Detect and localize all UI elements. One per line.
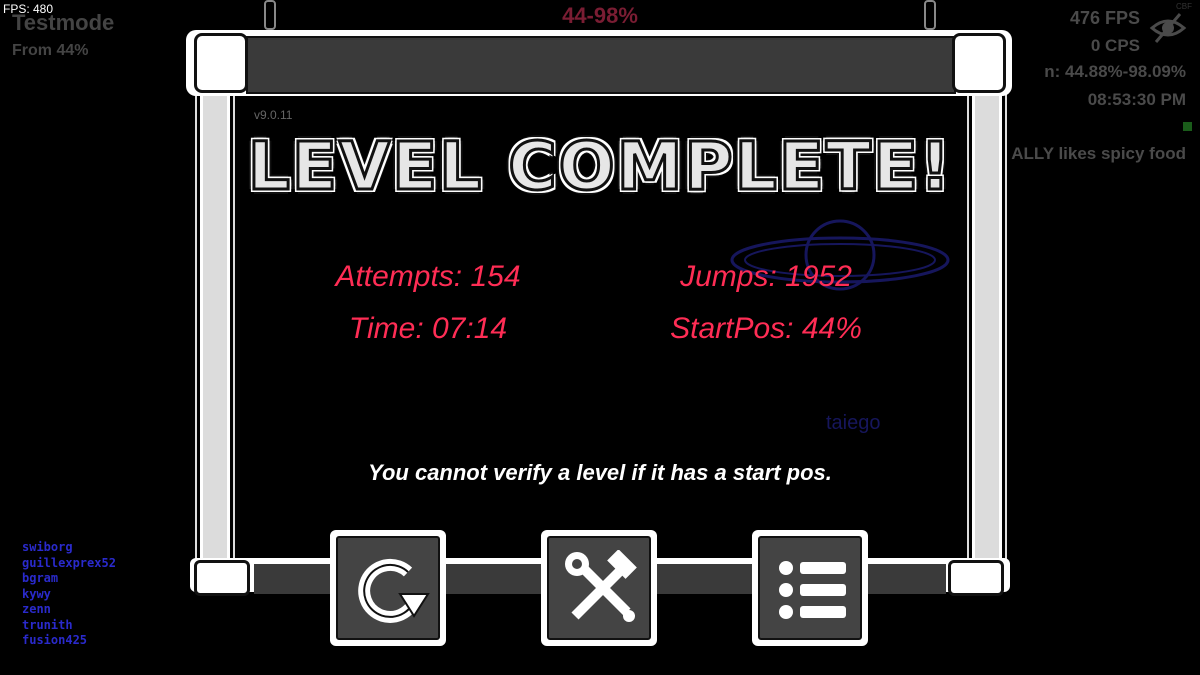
run-range-label: 44-98% xyxy=(562,3,638,28)
editor-button-face xyxy=(547,536,651,640)
editor-button[interactable] xyxy=(541,530,657,646)
startpos-stat: StartPos: 44% xyxy=(670,312,862,345)
chain-link xyxy=(924,0,936,30)
noclip-accuracy-label: n: 44.88%-98.09% xyxy=(1044,62,1186,81)
menu-button-face xyxy=(758,536,862,640)
clock-label: 08:53:30 PM xyxy=(1087,90,1186,109)
verification-note: You cannot verify a level if it has a st… xyxy=(368,460,832,485)
credit-name: guillexprex52 xyxy=(22,555,116,570)
fps-right-label: 476 FPS xyxy=(1069,8,1140,28)
level-complete-title: LEVEL COMPLETE! xyxy=(246,127,953,207)
from-percent-label: From 44% xyxy=(12,42,89,59)
panel-top-cap-left xyxy=(194,33,248,93)
panel-bottom-cap-right xyxy=(948,560,1004,596)
panel-top-bar-inner xyxy=(246,36,956,94)
chain-link xyxy=(264,0,276,30)
credit-name: bgram xyxy=(22,571,59,585)
creator-watermark: taiego xyxy=(826,412,881,434)
retry-button-face xyxy=(336,536,440,640)
panel-bottom-cap-left xyxy=(194,560,250,596)
credit-name: swiborg xyxy=(22,540,73,554)
cps-label: 0 CPS xyxy=(1090,36,1140,55)
version-label: v9.0.11 xyxy=(254,108,293,122)
hide-eye-icon[interactable] xyxy=(1148,8,1188,48)
retry-arrow-icon xyxy=(358,558,430,623)
wrench-hammer-icon xyxy=(565,550,637,622)
credit-name: kywy xyxy=(22,586,51,601)
time-stat: Time: 07:14 xyxy=(348,312,508,345)
credits-list: swiborg guillexprex52 bgram kywy zenn tr… xyxy=(22,540,116,649)
attempts-stat: Attempts: 154 xyxy=(335,260,521,293)
credit-name: trunith xyxy=(22,617,73,632)
credit-name: zenn xyxy=(22,602,51,616)
menu-button[interactable] xyxy=(752,530,868,646)
credit-name: fusion425 xyxy=(22,633,88,647)
jumps-stat: Jumps: 1952 xyxy=(680,260,852,293)
retry-button[interactable] xyxy=(330,530,446,646)
panel-top-cap-right xyxy=(952,33,1006,93)
list-menu-icon xyxy=(779,561,846,619)
